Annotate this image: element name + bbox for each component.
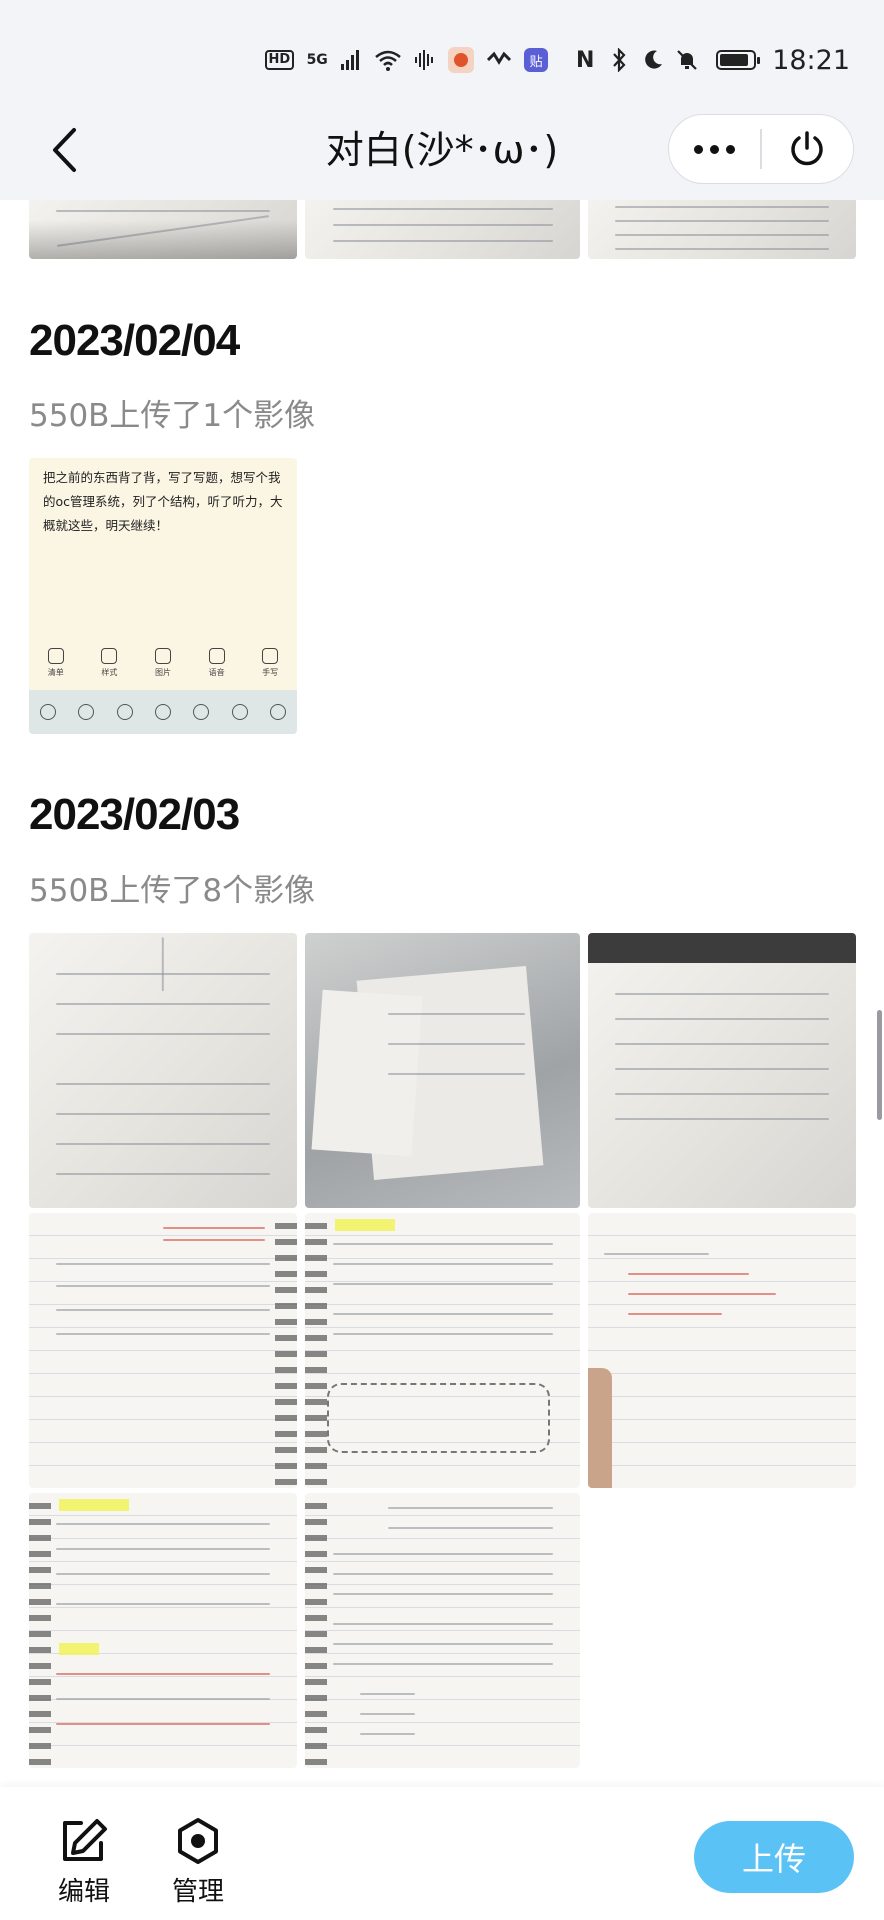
scroll-indicator[interactable]	[877, 1010, 882, 1120]
photo-thumbnail[interactable]	[588, 933, 856, 1208]
battery-icon	[716, 47, 761, 73]
heartbeat-icon	[486, 47, 512, 73]
chevron-left-icon	[53, 128, 76, 172]
photo-thumbnail[interactable]	[588, 200, 856, 259]
screenshot-thumbnail[interactable]: 把之前的东西背了背，写了写题，想写个我的oc管理系统，列了个结构，听了听力，大概…	[29, 458, 297, 734]
edit-label: 编辑	[58, 1877, 111, 1907]
audio-wave-icon	[414, 47, 436, 73]
more-button[interactable]	[669, 115, 760, 183]
photo-thumbnail[interactable]	[588, 1213, 856, 1488]
photo-thumbnail[interactable]	[305, 933, 580, 1208]
nav-bar: 对白(沙*･ω･)	[0, 100, 884, 200]
photo-thumbnail[interactable]	[29, 1213, 297, 1488]
nfc-icon: N	[575, 47, 595, 73]
section-date: 2023/02/04	[29, 316, 240, 365]
photo-thumbnail[interactable]	[29, 1493, 297, 1768]
mini-program-capsule	[668, 114, 854, 184]
bluetooth-icon	[608, 47, 630, 73]
hd-icon: HD	[264, 50, 295, 70]
upload-button[interactable]: 上传	[694, 1821, 854, 1893]
signal-icon	[340, 47, 362, 73]
photo-thumbnail[interactable]	[29, 200, 297, 259]
edit-button[interactable]: 编辑	[58, 1817, 110, 1908]
more-icon	[694, 144, 736, 154]
screenshot-toolbar: 清单 样式 图片 语音 手写	[29, 648, 297, 692]
manage-label: 管理	[172, 1877, 225, 1907]
edit-icon	[63, 1819, 107, 1861]
photo-thumbnail[interactable]	[305, 200, 580, 259]
section-date: 2023/02/03	[29, 790, 240, 839]
photo-thumbnail[interactable]	[29, 933, 297, 1208]
photo-thumbnail[interactable]	[305, 1213, 580, 1488]
manage-button[interactable]: 管理	[172, 1817, 224, 1908]
section-upload-info: 550B上传了1个影像	[29, 398, 316, 434]
close-miniprogram-button[interactable]	[762, 115, 853, 183]
app-notification-icon	[448, 47, 475, 73]
screenshot-keyboard-bar	[29, 690, 297, 734]
back-button[interactable]	[36, 118, 92, 182]
moon-icon	[642, 47, 664, 73]
power-icon	[791, 131, 824, 166]
photo-thumbnail[interactable]	[305, 1493, 580, 1768]
wifi-icon	[374, 47, 402, 73]
bottom-toolbar: 编辑 管理 上传	[0, 1787, 884, 1920]
mute-bell-icon	[676, 47, 698, 73]
photo-feed[interactable]: 2023/02/04 550B上传了1个影像 把之前的东西背了背，写了写题，想写…	[0, 200, 884, 1787]
page-title: 对白(沙*･ω･)	[325, 128, 559, 172]
status-bar: HD 5G 贴 N 18:21	[0, 0, 884, 100]
sticker-app-icon: 贴	[524, 48, 549, 72]
screenshot-note-text: 把之前的东西背了背，写了写题，想写个我的oc管理系统，列了个结构，听了听力，大概…	[43, 470, 283, 533]
network-5g-icon: 5G	[306, 52, 328, 68]
manage-icon	[178, 1818, 218, 1864]
clock: 18:21	[772, 44, 850, 76]
section-upload-info: 550B上传了8个影像	[29, 873, 316, 909]
